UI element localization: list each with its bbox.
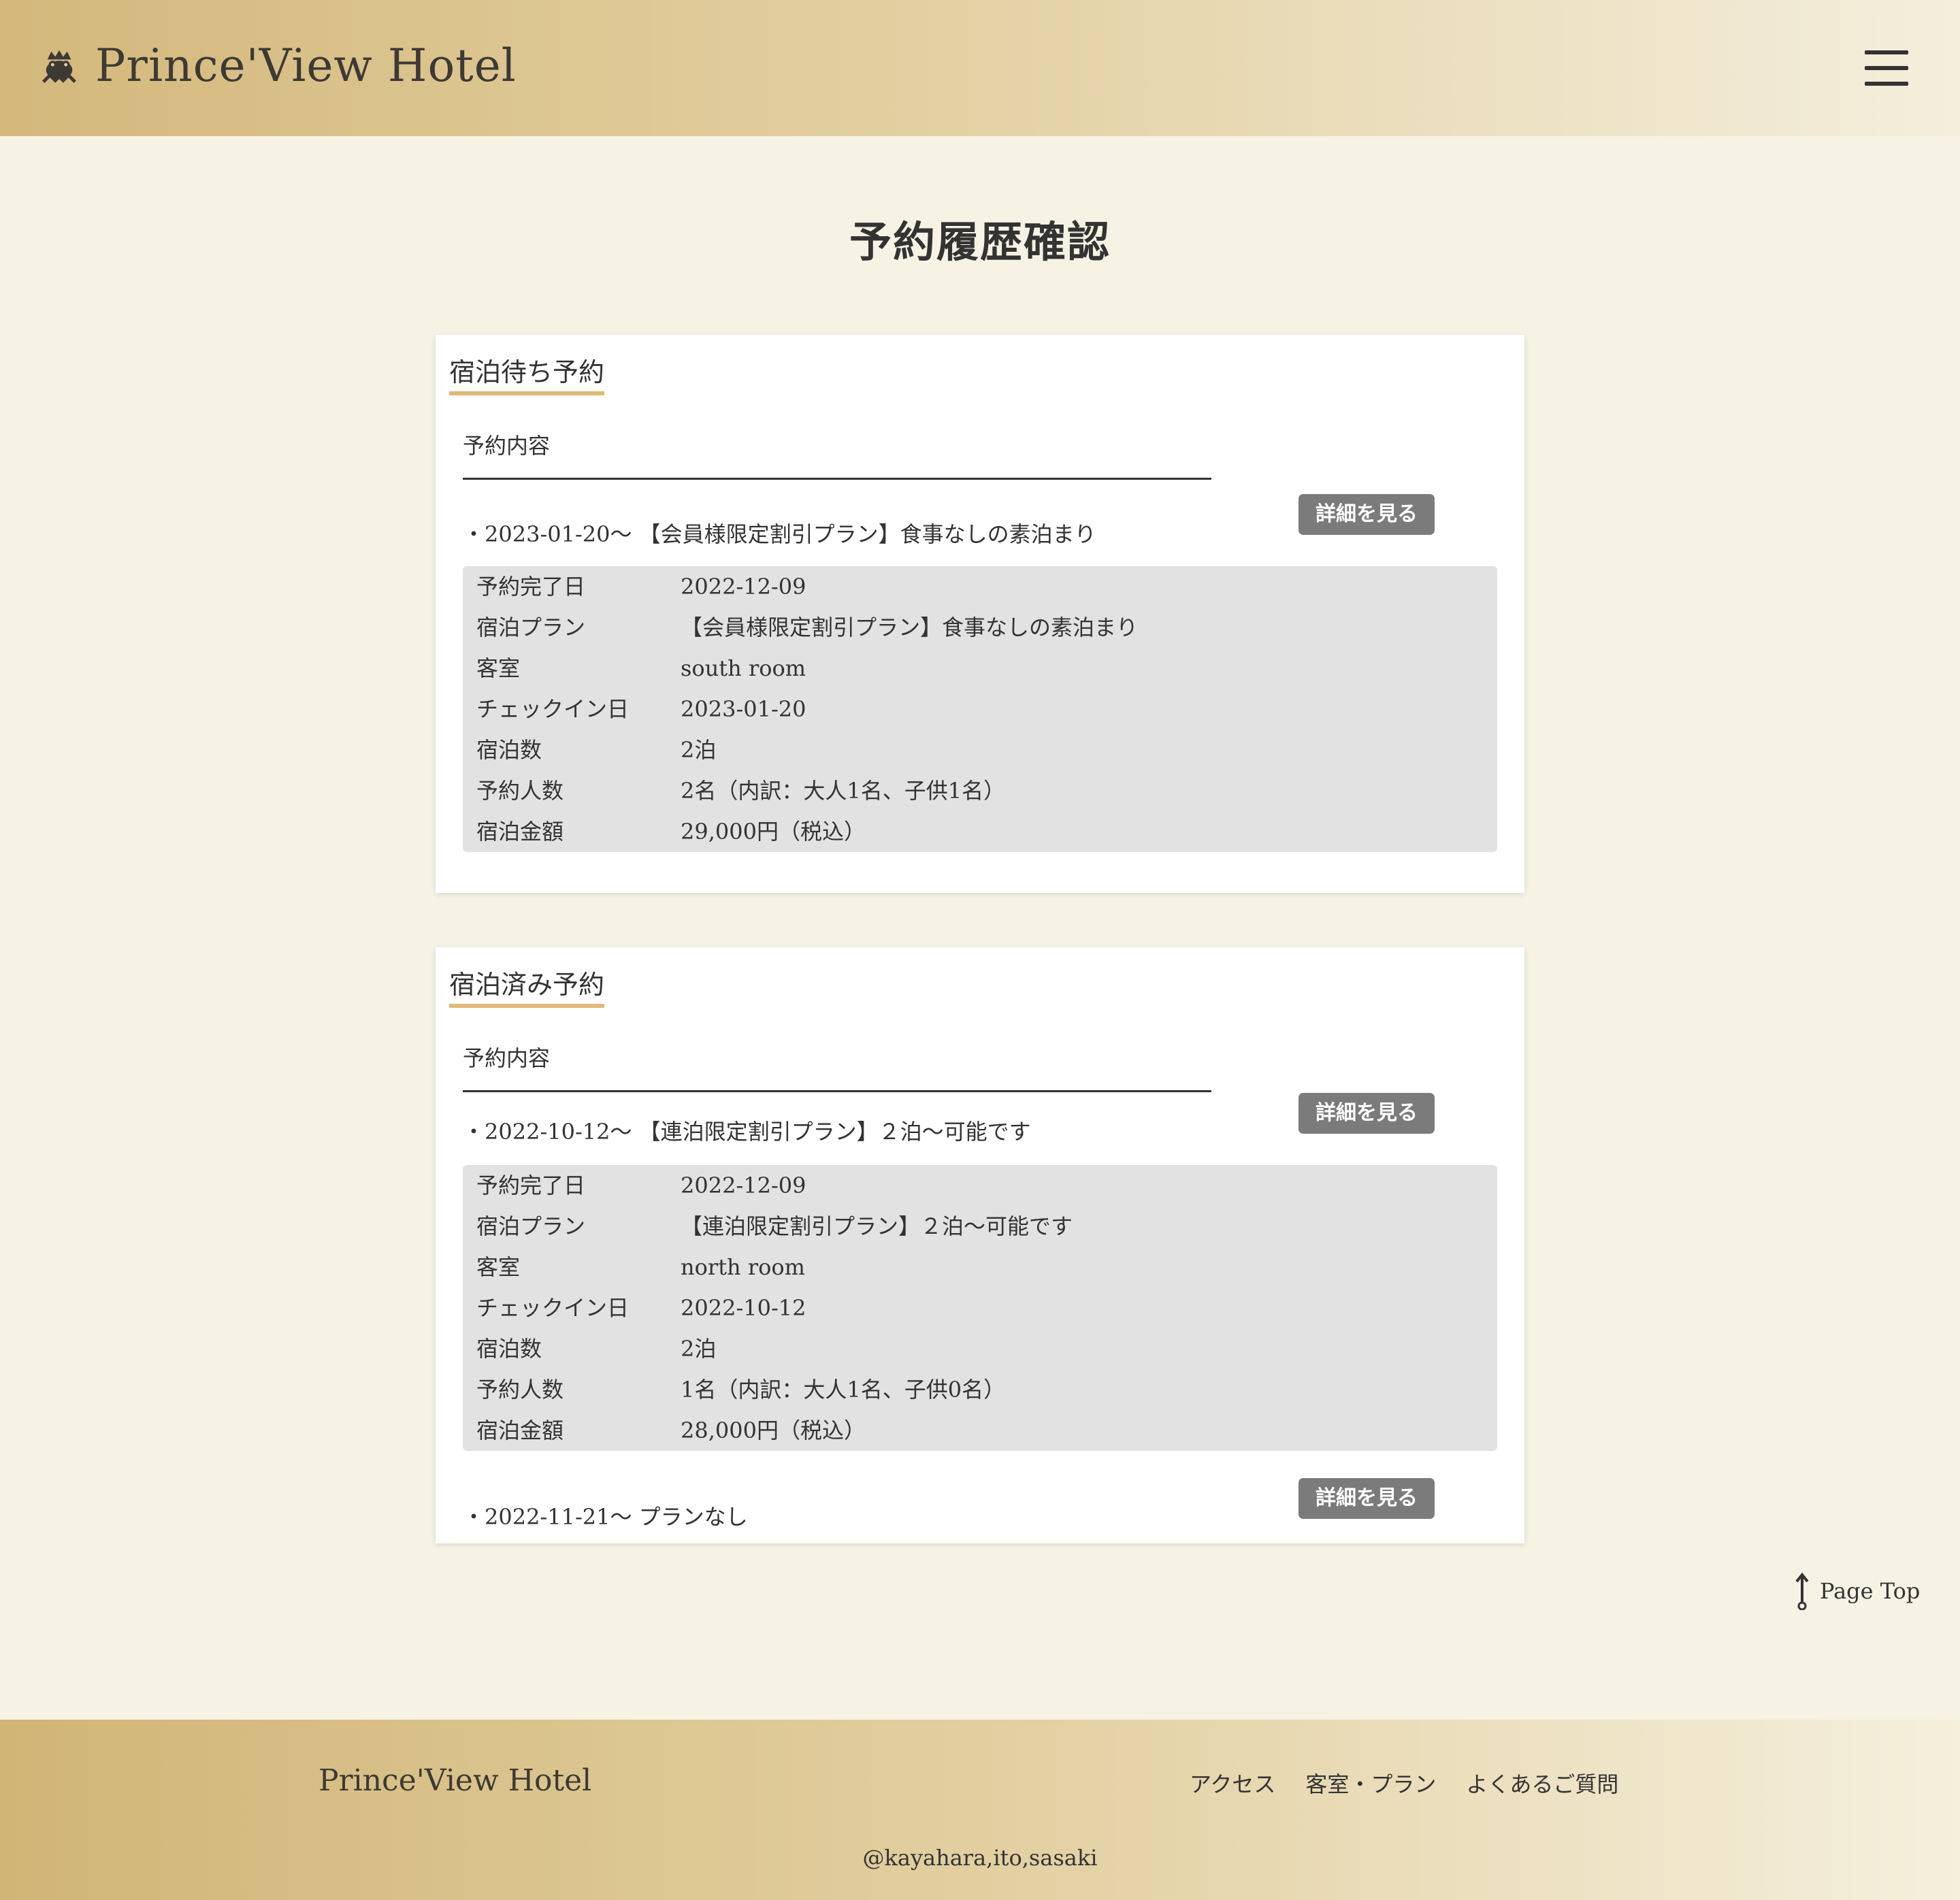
detail-row: 予約完了日 2022-12-09 xyxy=(476,1173,806,1198)
footer-link-faq[interactable]: よくあるご質問 xyxy=(1466,1767,1618,1799)
reservation-summary: ・2022-10-12～ 【連泊限定割引プラン】２泊～可能です xyxy=(463,1119,1031,1145)
hamburger-menu-icon[interactable] xyxy=(1865,49,1908,87)
footer-brand[interactable]: Prince'View Hotel xyxy=(318,1763,591,1798)
footer-link-rooms-plans[interactable]: 客室・プラン xyxy=(1305,1767,1436,1799)
page-top-label: Page Top xyxy=(1820,1578,1921,1604)
completed-reservations-card: 宿泊済み予約 予約内容 ・2022-10-12～ 【連泊限定割引プラン】２泊～可… xyxy=(436,947,1524,1543)
brand-name: Prince'View Hotel xyxy=(95,39,517,92)
arrow-up-icon xyxy=(1795,1572,1809,1610)
detail-row: チェックイン日 2023-01-20 xyxy=(476,696,806,722)
detail-row: 予約人数 2名（内訳：大人1名、子供1名） xyxy=(476,778,1006,804)
footer-nav: アクセス 客室・プラン よくあるご質問 xyxy=(1190,1767,1618,1799)
divider xyxy=(463,478,1211,480)
copyright: @kayahara,ito,sasaki xyxy=(862,1845,1098,1871)
brand-logo[interactable]: Prince'View Hotel xyxy=(38,39,517,92)
detail-row: 宿泊プラン 【連泊限定割引プラン】２泊～可能です xyxy=(476,1213,1073,1239)
detail-row: 宿泊金額 29,000円（税込） xyxy=(476,819,866,845)
section-label: 予約内容 xyxy=(463,433,551,459)
detail-row: 予約人数 1名（内訳：大人1名、子供0名） xyxy=(476,1377,1006,1403)
view-details-button[interactable]: 詳細を見る xyxy=(1298,494,1435,535)
view-details-button[interactable]: 詳細を見る xyxy=(1298,1093,1435,1134)
detail-row: チェックイン日 2022-10-12 xyxy=(476,1295,806,1321)
detail-row: 宿泊プラン 【会員様限定割引プラン】食事なしの素泊まり xyxy=(476,615,1139,640)
reservation-details: 予約完了日 2022-12-09 宿泊プラン 【会員様限定割引プラン】食事なしの素泊… xyxy=(463,566,1497,852)
site-header: Prince'View Hotel xyxy=(0,0,1960,136)
page-top-link[interactable]: Page Top xyxy=(1794,1572,1920,1610)
view-details-button[interactable]: 詳細を見る xyxy=(1298,1478,1435,1519)
footer-link-access[interactable]: アクセス xyxy=(1190,1767,1275,1799)
frog-crown-icon xyxy=(42,50,76,83)
detail-row: 宿泊金額 28,000円（税込） xyxy=(476,1418,866,1443)
detail-row: 宿泊数 2泊 xyxy=(476,737,717,763)
page-title: 予約履歴確認 xyxy=(849,217,1111,267)
waiting-reservations-card: 宿泊待ち予約 予約内容 ・2023-01-20～ 【会員様限定割引プラン】食事な… xyxy=(436,335,1524,893)
reservation-summary: ・2022-11-21～ プランなし xyxy=(463,1504,748,1530)
reservation-summary: ・2023-01-20～ 【会員様限定割引プラン】食事なしの素泊まり xyxy=(463,521,1096,547)
card-title: 宿泊済み予約 xyxy=(449,964,605,1008)
divider xyxy=(463,1090,1211,1092)
site-footer: Prince'View Hotel アクセス 客室・プラン よくあるご質問 @k… xyxy=(0,1720,1960,1900)
detail-row: 宿泊数 2泊 xyxy=(476,1336,717,1362)
section-label: 予約内容 xyxy=(463,1045,551,1071)
card-title: 宿泊待ち予約 xyxy=(449,351,605,395)
reservation-details: 予約完了日 2022-12-09 宿泊プラン 【連泊限定割引プラン】２泊～可能です … xyxy=(463,1165,1497,1451)
detail-row: 客室 south room xyxy=(476,655,806,681)
detail-row: 客室 north room xyxy=(476,1254,805,1280)
detail-row: 予約完了日 2022-12-09 xyxy=(476,574,806,600)
